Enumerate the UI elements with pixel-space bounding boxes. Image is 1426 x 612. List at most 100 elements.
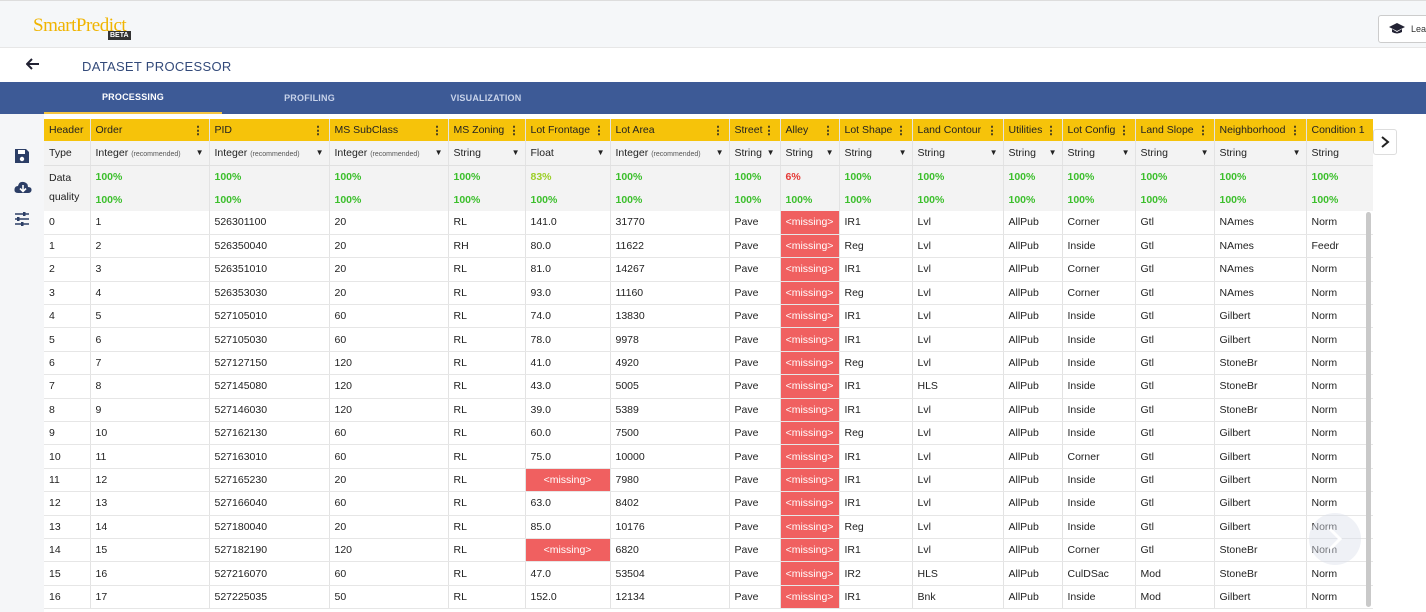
table-cell[interactable]: 31770: [610, 211, 730, 235]
table-cell[interactable]: Corner: [1062, 444, 1136, 469]
table-cell[interactable]: 527225035: [209, 585, 330, 610]
row-index-cell[interactable]: 12: [44, 491, 91, 516]
back-button[interactable]: [25, 56, 40, 74]
table-cell[interactable]: IR1: [839, 491, 913, 516]
type-select[interactable]: String ▼: [912, 141, 1004, 166]
table-row[interactable]: 6 7 527127150 120 RL 41.0 4920 Pave <missing> Reg…: [44, 351, 1373, 376]
table-cell[interactable]: 6: [90, 327, 210, 352]
table-cell[interactable]: Inside: [1062, 374, 1136, 399]
table-cell[interactable]: 60: [329, 421, 449, 446]
table-cell[interactable]: IR1: [839, 585, 913, 610]
table-cell[interactable]: 527182190: [209, 538, 330, 563]
table-cell[interactable]: RL: [448, 257, 526, 282]
table-cell[interactable]: StoneBr: [1214, 538, 1307, 563]
table-cell[interactable]: Gtl: [1135, 421, 1215, 446]
table-cell[interactable]: Lvl: [912, 211, 1004, 235]
table-cell[interactable]: Gtl: [1135, 304, 1215, 329]
table-cell[interactable]: Gilbert: [1214, 327, 1307, 352]
table-cell[interactable]: Norm: [1306, 561, 1373, 586]
table-cell[interactable]: 527105010: [209, 304, 330, 329]
table-cell[interactable]: NAmes: [1214, 281, 1307, 306]
table-cell[interactable]: NAmes: [1214, 257, 1307, 282]
table-cell[interactable]: Pave: [729, 304, 781, 329]
type-select[interactable]: String ▼: [839, 141, 913, 166]
table-cell[interactable]: 63.0: [525, 491, 611, 516]
missing-cell[interactable]: <missing>: [780, 234, 840, 259]
table-cell[interactable]: 60: [329, 491, 449, 516]
type-select[interactable]: String: [1306, 141, 1373, 166]
table-cell[interactable]: AllPub: [1003, 351, 1063, 376]
table-cell[interactable]: 14267: [610, 257, 730, 282]
table-cell[interactable]: 8402: [610, 491, 730, 516]
table-cell[interactable]: 60: [329, 561, 449, 586]
table-cell[interactable]: 11622: [610, 234, 730, 259]
table-cell[interactable]: RL: [448, 211, 526, 235]
table-cell[interactable]: Pave: [729, 421, 781, 446]
table-cell[interactable]: Gtl: [1135, 211, 1215, 235]
table-cell[interactable]: 527127150: [209, 351, 330, 376]
table-cell[interactable]: 20: [329, 468, 449, 493]
table-cell[interactable]: IR1: [839, 398, 913, 423]
table-cell[interactable]: 85.0: [525, 515, 611, 539]
table-cell[interactable]: Gtl: [1135, 257, 1215, 282]
table-cell[interactable]: RL: [448, 538, 526, 563]
table-cell[interactable]: RL: [448, 304, 526, 329]
table-cell[interactable]: HLS: [912, 561, 1004, 586]
row-index-cell[interactable]: 1: [44, 234, 91, 259]
table-cell[interactable]: 20: [329, 257, 449, 282]
table-cell[interactable]: AllPub: [1003, 374, 1063, 399]
table-cell[interactable]: AllPub: [1003, 398, 1063, 423]
table-cell[interactable]: Pave: [729, 327, 781, 352]
type-select[interactable]: String ▼: [448, 141, 526, 166]
column-header[interactable]: Land Slope ⋮: [1135, 119, 1215, 141]
table-cell[interactable]: 11: [90, 444, 210, 469]
table-cell[interactable]: AllPub: [1003, 257, 1063, 282]
table-cell[interactable]: 60.0: [525, 421, 611, 446]
table-cell[interactable]: Pave: [729, 351, 781, 376]
table-cell[interactable]: Corner: [1062, 211, 1136, 235]
table-cell[interactable]: 60: [329, 304, 449, 329]
table-cell[interactable]: 74.0: [525, 304, 611, 329]
table-cell[interactable]: Feedr: [1306, 234, 1373, 259]
table-cell[interactable]: Norm: [1306, 211, 1373, 235]
row-index-cell[interactable]: 3: [44, 281, 91, 306]
table-cell[interactable]: 15: [90, 538, 210, 563]
table-cell[interactable]: StoneBr: [1214, 374, 1307, 399]
table-cell[interactable]: IR1: [839, 211, 913, 235]
row-index-cell[interactable]: 11: [44, 468, 91, 493]
table-cell[interactable]: Lvl: [912, 468, 1004, 493]
column-header[interactable]: Order ⋮: [90, 119, 210, 141]
row-index-cell[interactable]: 6: [44, 351, 91, 376]
table-cell[interactable]: 5005: [610, 374, 730, 399]
column-menu-icon[interactable]: ⋮: [1119, 124, 1130, 137]
table-cell[interactable]: AllPub: [1003, 515, 1063, 539]
table-cell[interactable]: Lvl: [912, 281, 1004, 306]
table-cell[interactable]: 527163010: [209, 444, 330, 469]
table-cell[interactable]: 11160: [610, 281, 730, 306]
table-cell[interactable]: 47.0: [525, 561, 611, 586]
missing-cell[interactable]: <missing>: [780, 421, 840, 446]
table-cell[interactable]: Mod: [1135, 561, 1215, 586]
column-header[interactable]: Lot Frontage ⋮: [525, 119, 611, 141]
table-cell[interactable]: Gilbert: [1214, 444, 1307, 469]
table-cell[interactable]: AllPub: [1003, 234, 1063, 259]
missing-cell[interactable]: <missing>: [780, 538, 840, 563]
table-cell[interactable]: Gilbert: [1214, 515, 1307, 539]
table-row[interactable]: 9 10 527162130 60 RL 60.0 7500 Pave <missing> Reg…: [44, 421, 1373, 446]
table-cell[interactable]: 12: [90, 468, 210, 493]
table-cell[interactable]: NAmes: [1214, 234, 1307, 259]
settings-button[interactable]: [14, 212, 32, 230]
table-cell[interactable]: Norm: [1306, 327, 1373, 352]
table-cell[interactable]: 120: [329, 374, 449, 399]
type-select[interactable]: Integer (recommended) ▼: [209, 141, 330, 166]
table-cell[interactable]: Pave: [729, 281, 781, 306]
type-select[interactable]: Integer (recommended) ▼: [90, 141, 210, 166]
column-menu-icon[interactable]: ⋮: [1046, 124, 1057, 137]
row-index-cell[interactable]: 13: [44, 515, 91, 539]
type-select[interactable]: Integer (recommended) ▼: [329, 141, 449, 166]
table-cell[interactable]: AllPub: [1003, 538, 1063, 563]
table-cell[interactable]: 527162130: [209, 421, 330, 446]
table-cell[interactable]: RL: [448, 491, 526, 516]
table-cell[interactable]: AllPub: [1003, 585, 1063, 610]
table-cell[interactable]: 527165230: [209, 468, 330, 493]
